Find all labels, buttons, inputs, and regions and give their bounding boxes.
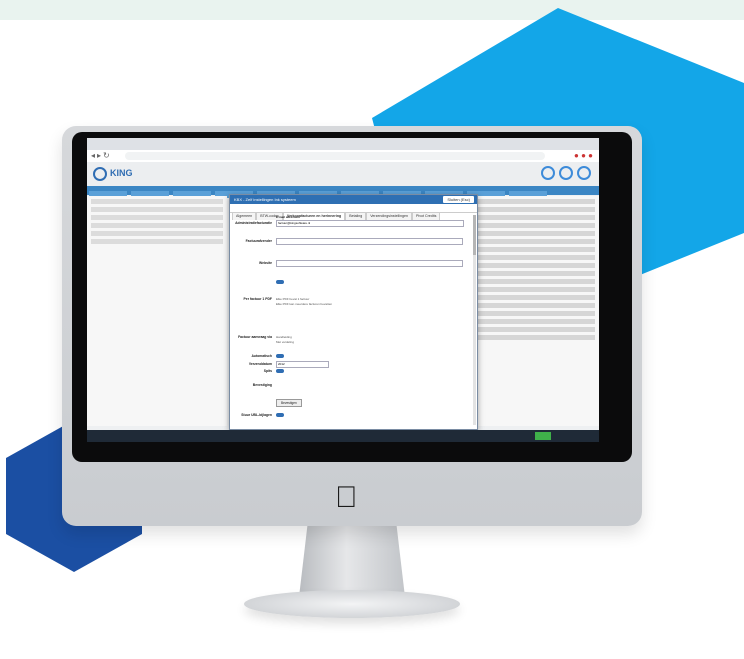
website-label: Website [259,261,272,265]
factuurafzender-input[interactable] [276,238,463,245]
browser-nav-icons[interactable]: ◂▸↻ [91,151,112,160]
taskbar [87,430,599,442]
screen: ◂▸↻ ● ● ● KING KBX - Zelf instellingen I… [87,138,599,442]
app-header: KING [87,162,599,186]
factuur-aanvraag-label: Factuur aanvraag via [238,335,272,339]
pdf-label: Per factuur 1 PDF [243,297,272,301]
power-icon[interactable] [577,166,591,180]
logo-text: KING [110,168,133,178]
dialog-body: E-mail adressen Administratiefacturatie … [230,213,477,427]
dialog-title-bar: KBX - Zelf instellingen Ink systeem Slui… [230,195,477,204]
dialog-tabs: Algemeen BTW-codes Verkoopfacturen en heri… [230,204,477,220]
spits-label: Spits [263,369,272,373]
apple-logo-icon:  [335,483,358,513]
background-right-panel [472,196,599,426]
administratie-email-input[interactable]: factuur@kingsoftware.nl [276,220,464,227]
help-icon[interactable] [541,166,555,180]
verzenddatum-input[interactable]: 2012 [276,361,329,368]
spits-toggle[interactable] [276,369,284,373]
dialog-title: KBX - Zelf instellingen Ink systeem [234,197,296,202]
aanvraag-option-2[interactable]: Met verdeling [276,340,466,344]
administratie-label: Administratiefacturatie [235,221,272,225]
close-button[interactable]: Sluiten (Esc) [443,196,474,203]
automatisch-label: Automatisch [251,354,272,358]
header-icons [537,166,591,185]
extension-icons[interactable]: ● ● ● [574,151,593,160]
monitor-neck [299,525,405,597]
status-indicator [535,432,551,440]
question-icon[interactable] [559,166,573,180]
radio-option-2[interactable]: Elke PDF kan meerdere facturen bevatten [276,302,466,306]
monitor-base [244,590,460,618]
aanvraag-option-1[interactable]: Handleiding [276,335,466,339]
browser-tab-strip [87,138,599,150]
radio-option-1[interactable]: Elke PDF bevat 1 factuur [276,297,466,301]
section-email-heading: E-mail adressen [276,215,300,219]
toggle-switch[interactable] [276,280,284,284]
automatisch-toggle[interactable] [276,354,284,358]
dialog-scrollbar[interactable] [473,215,476,425]
address-bar[interactable] [125,152,545,160]
settings-dialog: KBX - Zelf instellingen Ink systeem Slui… [229,194,478,430]
website-input[interactable] [276,260,463,267]
background-left-panel [87,196,227,426]
ubl-label: Stuur UBL-bijlagen [241,413,272,417]
logo-icon [93,167,107,181]
bevestigen-button[interactable]: Bevestigen [276,399,302,407]
monitor: ◂▸↻ ● ● ● KING KBX - Zelf instellingen I… [62,126,642,526]
bevestiging-label: Bevestiging [252,383,272,387]
verzenddatum-label: Verzenddatum [248,362,272,366]
ubl-toggle[interactable] [276,413,284,417]
factuurafzender-label: Factuurafzender [245,239,272,243]
